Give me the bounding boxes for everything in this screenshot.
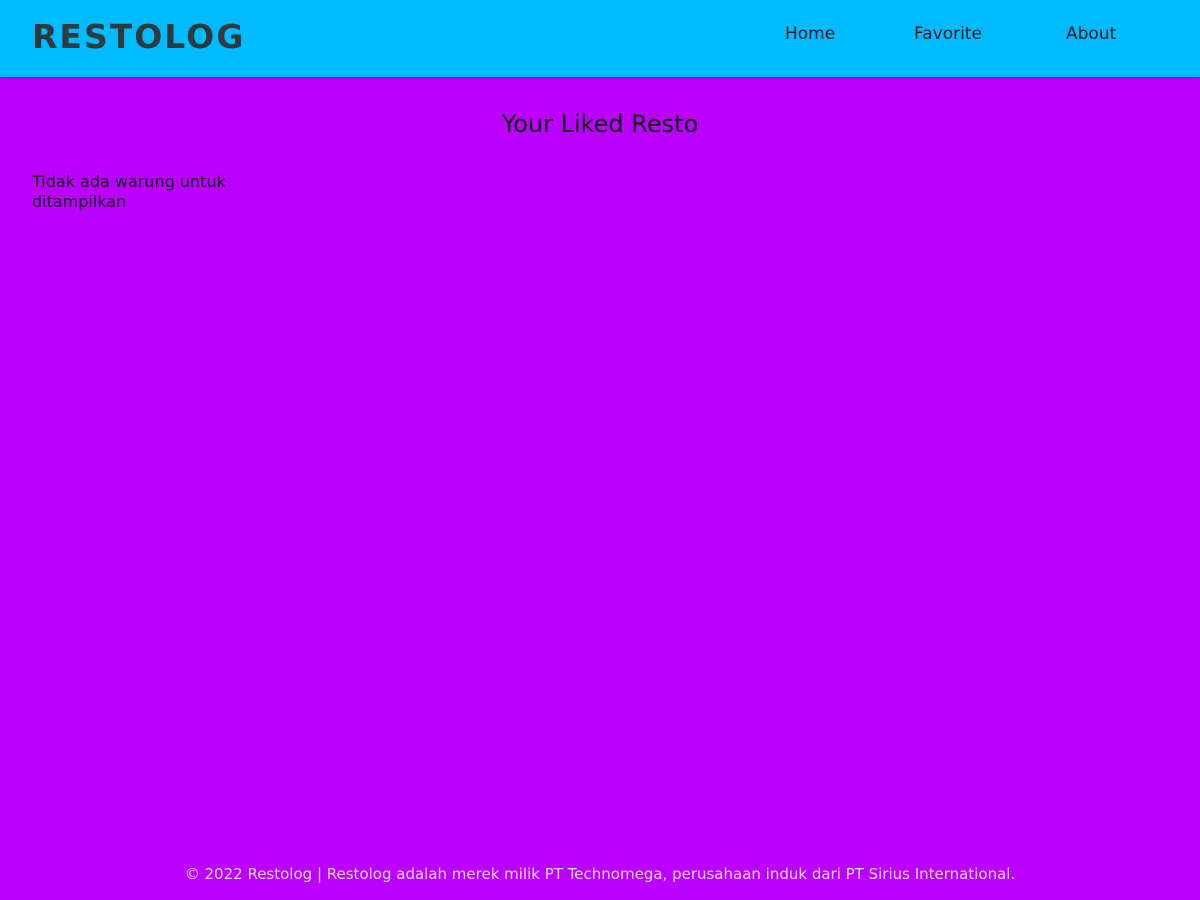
empty-state-message: Tidak ada warung untuk ditampilkan <box>32 172 226 211</box>
nav-link-favorite[interactable]: Favorite <box>914 22 982 46</box>
nav-link-about[interactable]: About <box>1066 22 1116 46</box>
page-title: Your Liked Resto <box>501 110 699 138</box>
app-header: RESTOLOG Home Favorite About <box>0 0 1200 77</box>
main-nav: Home Favorite About <box>0 22 1200 50</box>
page-footer: © 2022 Restolog | Restolog adalah merek … <box>184 865 1016 883</box>
nav-link-home[interactable]: Home <box>785 22 835 46</box>
